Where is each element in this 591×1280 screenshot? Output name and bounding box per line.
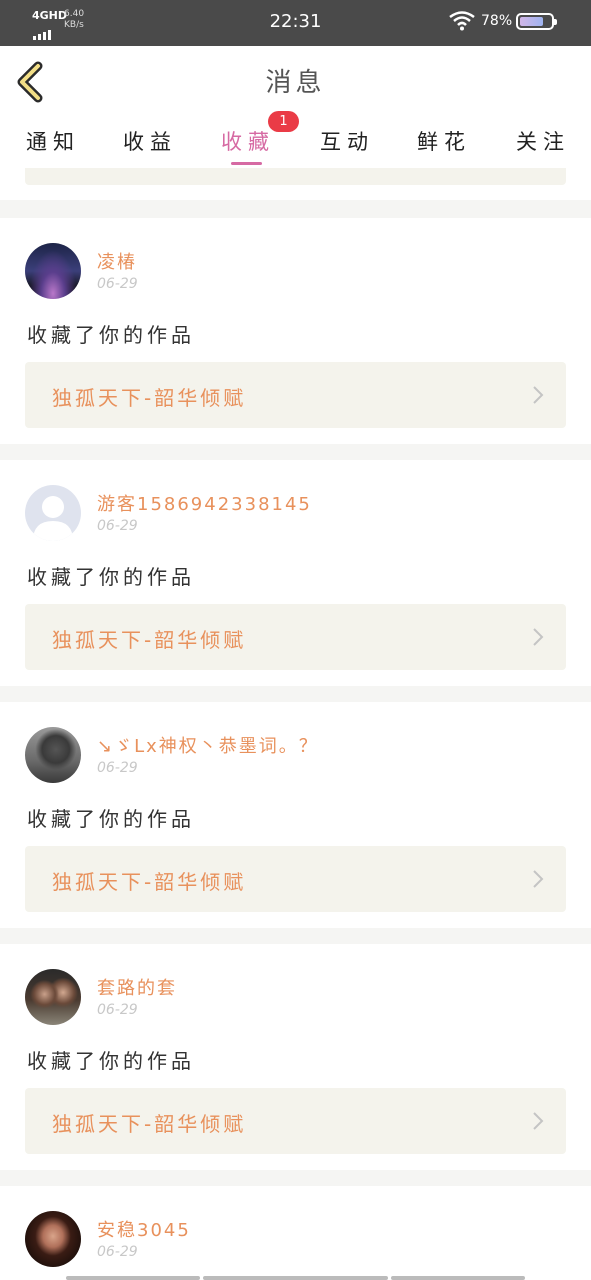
work-title: 独孤天下-韶华倾赋 [52,628,247,652]
message-card: 游客15869423381​45 06-29 收藏了你的作品 独孤天下-韶华倾赋 [0,460,591,686]
message-date: 06-29 [97,760,138,776]
username[interactable]: ↘ゞLx神权丶恭墨词。？ [97,732,319,758]
avatar[interactable] [25,1211,81,1267]
chevron-right-icon [533,628,544,646]
avatar[interactable] [25,727,81,783]
previous-card-partial [0,168,591,200]
nav-bar-segment [66,1276,200,1280]
work-link[interactable]: 独孤天下-韶华倾赋 [25,362,566,428]
tab-favorites[interactable]: 收藏 [221,126,275,156]
default-avatar-icon [33,496,73,541]
action-text: 收藏了你的作品 [27,323,195,347]
favorites-count-badge: 1 [268,111,299,132]
nav-bar-segment [391,1276,525,1280]
work-title: 独孤天下-韶华倾赋 [52,870,247,894]
tab-following[interactable]: 关注 [516,126,570,156]
tab-flowers[interactable]: 鲜花 [417,126,471,156]
username[interactable]: 游客15869423381​45 [97,490,312,516]
avatar[interactable] [25,243,81,299]
action-text: 收藏了你的作品 [27,565,195,589]
message-card: 凌椿 06-29 收藏了你的作品 独孤天下-韶华倾赋 [0,218,591,444]
message-card: ↘ゞLx神权丶恭墨词。？ 06-29 收藏了你的作品 独孤天下-韶华倾赋 [0,702,591,928]
username[interactable]: 凌椿 [97,248,137,274]
message-date: 06-29 [97,1002,138,1018]
message-date: 06-29 [97,276,138,292]
avatar[interactable] [25,969,81,1025]
work-link[interactable]: 独孤天下-韶华倾赋 [25,846,566,912]
nav-bar-segment [203,1276,388,1280]
work-link[interactable]: 独孤天下-韶华倾赋 [25,1088,566,1154]
tab-interactions[interactable]: 互动 [320,126,374,156]
message-card: 套路的套 06-29 收藏了你的作品 独孤天下-韶华倾赋 [0,944,591,1170]
work-title: 独孤天下-韶华倾赋 [52,386,247,410]
message-date: 06-29 [97,518,138,534]
username[interactable]: 安稳3045 [97,1216,191,1242]
action-text: 收藏了你的作品 [27,807,195,831]
work-link-partial[interactable] [25,168,566,185]
action-text: 收藏了你的作品 [27,1049,195,1073]
message-date: 06-29 [97,1244,138,1260]
chevron-right-icon [533,1112,544,1130]
work-link[interactable]: 独孤天下-韶华倾赋 [25,604,566,670]
chevron-right-icon [533,386,544,404]
work-title: 独孤天下-韶华倾赋 [52,1112,247,1136]
battery-percent: 78% [481,13,513,29]
tab-notifications[interactable]: 通知 [26,126,80,156]
wifi-icon [449,11,475,31]
chevron-right-icon [533,870,544,888]
avatar[interactable] [25,485,81,541]
message-card: 安稳3045 06-29 [0,1186,591,1280]
active-tab-indicator [231,162,262,165]
page-title: 消息 [265,68,326,98]
status-bar: 4GHD 6.40 KB/s 22:31 78% [0,0,591,46]
tab-earnings[interactable]: 收益 [123,126,177,156]
battery-icon [516,13,557,30]
nav-header: 消息 [0,46,591,119]
username[interactable]: 套路的套 [97,974,177,1000]
